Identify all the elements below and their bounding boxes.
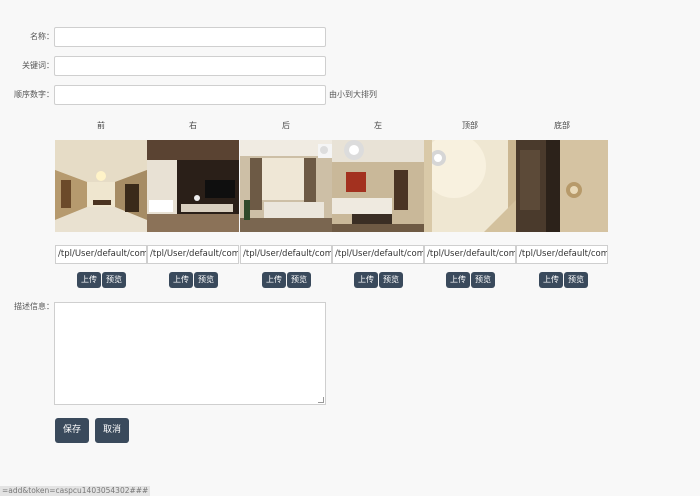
face-image-right — [147, 140, 239, 232]
preview-button-right[interactable]: 预览 — [194, 272, 218, 288]
upload-button-bottom[interactable]: 上传 — [539, 272, 563, 288]
upload-button-top[interactable]: 上传 — [446, 272, 470, 288]
path-input-left[interactable]: /tpl/User/default/common/ — [332, 245, 424, 264]
order-label: 顺序数字： — [14, 90, 54, 99]
preview-button-left[interactable]: 预览 — [379, 272, 403, 288]
upload-button-back[interactable]: 上传 — [262, 272, 286, 288]
face-image-front — [55, 140, 147, 232]
preview-button-top[interactable]: 预览 — [471, 272, 495, 288]
face-label-top: 顶部 — [462, 121, 478, 130]
path-input-front[interactable]: /tpl/User/default/common/ — [55, 245, 147, 264]
upload-button-right[interactable]: 上传 — [169, 272, 193, 288]
path-input-right[interactable]: /tpl/User/default/common/ — [147, 245, 239, 264]
upload-button-left[interactable]: 上传 — [354, 272, 378, 288]
face-label-front: 前 — [97, 121, 105, 130]
face-label-bottom: 底部 — [554, 121, 570, 130]
order-input[interactable] — [54, 85, 326, 105]
preview-button-bottom[interactable]: 预览 — [564, 272, 588, 288]
name-label: 名称： — [30, 32, 54, 41]
cancel-button[interactable]: 取消 — [95, 418, 130, 443]
save-button[interactable]: 保存 — [55, 418, 90, 443]
preview-button-back[interactable]: 预览 — [287, 272, 311, 288]
face-image-top — [424, 140, 516, 232]
desc-label: 描述信息： — [14, 302, 54, 311]
face-label-left: 左 — [374, 121, 382, 130]
path-input-back[interactable]: /tpl/User/default/common/ — [240, 245, 332, 264]
preview-button-front[interactable]: 预览 — [102, 272, 126, 288]
path-input-top[interactable]: /tpl/User/default/common/ — [424, 245, 516, 264]
resize-grip-icon[interactable] — [318, 397, 324, 403]
order-hint: 由小到大排列 — [329, 90, 377, 99]
face-image-bottom — [516, 140, 608, 232]
name-input[interactable] — [54, 27, 326, 47]
face-label-right: 右 — [189, 121, 197, 130]
face-label-back: 后 — [282, 121, 290, 130]
keyword-input[interactable] — [54, 56, 326, 76]
upload-button-front[interactable]: 上传 — [77, 272, 101, 288]
face-image-left — [332, 140, 424, 232]
status-bar-url: =add&token=caspcu1403054302### — [0, 486, 151, 496]
keyword-label: 关键词： — [22, 61, 54, 70]
desc-textarea[interactable] — [54, 302, 326, 405]
face-image-back — [240, 140, 332, 232]
path-input-bottom[interactable]: /tpl/User/default/common/ — [516, 245, 608, 264]
